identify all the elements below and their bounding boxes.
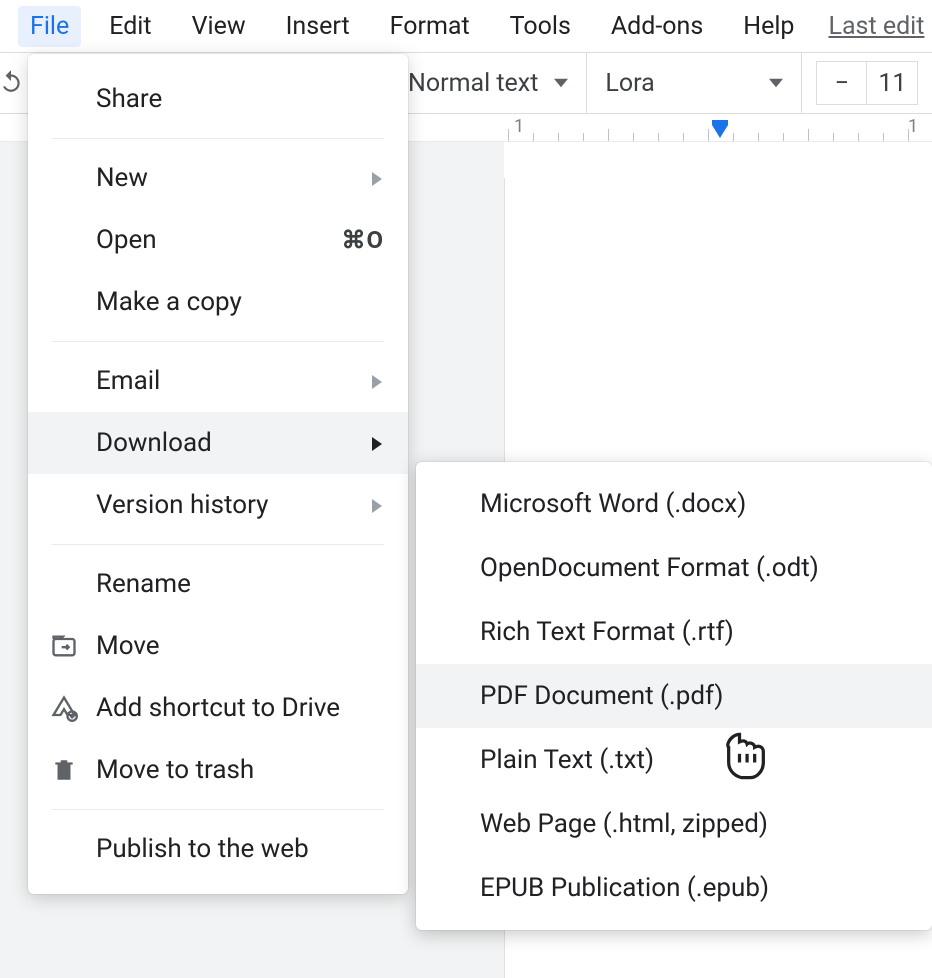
menu-edit[interactable]: Edit: [97, 6, 163, 47]
drive-shortcut-icon: [48, 692, 80, 724]
submenu-chevron-icon: [372, 428, 384, 458]
menu-bar: File Edit View Insert Format Tools Add-o…: [0, 0, 932, 52]
file-publish[interactable]: Publish to the web: [28, 818, 408, 880]
font-label: Lora: [605, 69, 654, 98]
file-rename-label: Rename: [96, 569, 191, 599]
file-open-shortcut: ⌘O: [341, 226, 384, 254]
download-submenu: Microsoft Word (.docx) OpenDocument Form…: [416, 462, 932, 930]
caret-down-icon: [769, 76, 783, 90]
separator: [52, 544, 384, 545]
download-html-label: Web Page (.html, zipped): [480, 809, 768, 839]
download-txt-label: Plain Text (.txt): [480, 745, 654, 775]
download-rtf[interactable]: Rich Text Format (.rtf): [416, 600, 932, 664]
menu-file[interactable]: File: [18, 6, 81, 47]
caret-down-icon: [554, 76, 568, 90]
file-download[interactable]: Download: [28, 412, 408, 474]
file-add-shortcut-label: Add shortcut to Drive: [96, 693, 340, 723]
folder-move-icon: [48, 630, 80, 662]
file-version-history-label: Version history: [96, 490, 268, 520]
file-share[interactable]: Share: [28, 68, 408, 130]
file-open-label: Open: [96, 225, 157, 255]
font-size-value[interactable]: 11: [866, 61, 918, 105]
file-move-to-trash-label: Move to trash: [96, 755, 254, 785]
undo-icon[interactable]: [0, 68, 28, 98]
file-make-copy[interactable]: Make a copy: [28, 271, 408, 333]
trash-icon: [48, 754, 80, 786]
menu-view[interactable]: View: [180, 6, 258, 47]
download-rtf-label: Rich Text Format (.rtf): [480, 617, 734, 647]
file-move-to-trash[interactable]: Move to trash: [28, 739, 408, 801]
file-new[interactable]: New: [28, 147, 408, 209]
file-email-label: Email: [96, 366, 160, 396]
font-size-stepper: − 11: [816, 61, 918, 105]
separator: [52, 341, 384, 342]
file-publish-label: Publish to the web: [96, 834, 309, 864]
file-new-label: New: [96, 163, 148, 193]
file-menu-dropdown: Share New Open ⌘O Make a copy Email Down…: [28, 54, 408, 894]
download-pdf[interactable]: PDF Document (.pdf): [416, 664, 932, 728]
file-add-shortcut[interactable]: Add shortcut to Drive: [28, 677, 408, 739]
download-docx[interactable]: Microsoft Word (.docx): [416, 472, 932, 536]
menu-help[interactable]: Help: [731, 6, 806, 47]
menu-insert[interactable]: Insert: [274, 6, 362, 47]
download-html[interactable]: Web Page (.html, zipped): [416, 792, 932, 856]
submenu-chevron-icon: [372, 366, 384, 396]
download-odt[interactable]: OpenDocument Format (.odt): [416, 536, 932, 600]
last-edit-link[interactable]: Last edit: [828, 12, 924, 41]
separator: [52, 809, 384, 810]
mouse-cursor-icon: [720, 730, 772, 786]
file-version-history[interactable]: Version history: [28, 474, 408, 536]
file-move[interactable]: Move: [28, 615, 408, 677]
download-odt-label: OpenDocument Format (.odt): [480, 553, 819, 583]
download-docx-label: Microsoft Word (.docx): [480, 489, 746, 519]
submenu-chevron-icon: [372, 163, 384, 193]
file-share-label: Share: [96, 84, 162, 114]
download-epub-label: EPUB Publication (.epub): [480, 873, 769, 903]
submenu-chevron-icon: [372, 490, 384, 520]
font-size-decrease[interactable]: −: [816, 61, 866, 105]
file-email[interactable]: Email: [28, 350, 408, 412]
paragraph-style-label: Normal text: [408, 69, 538, 98]
file-rename[interactable]: Rename: [28, 553, 408, 615]
menu-tools[interactable]: Tools: [498, 6, 583, 47]
file-make-copy-label: Make a copy: [96, 287, 242, 317]
download-pdf-label: PDF Document (.pdf): [480, 681, 723, 711]
file-download-label: Download: [96, 428, 212, 458]
menu-format[interactable]: Format: [378, 6, 482, 47]
file-move-label: Move: [96, 631, 160, 661]
menu-addons[interactable]: Add-ons: [599, 6, 715, 47]
font-selector[interactable]: Lora: [587, 53, 802, 113]
file-open[interactable]: Open ⌘O: [28, 209, 408, 271]
paragraph-style-selector[interactable]: Normal text: [408, 53, 587, 113]
download-txt[interactable]: Plain Text (.txt): [416, 728, 932, 792]
download-epub[interactable]: EPUB Publication (.epub): [416, 856, 932, 920]
separator: [52, 138, 384, 139]
